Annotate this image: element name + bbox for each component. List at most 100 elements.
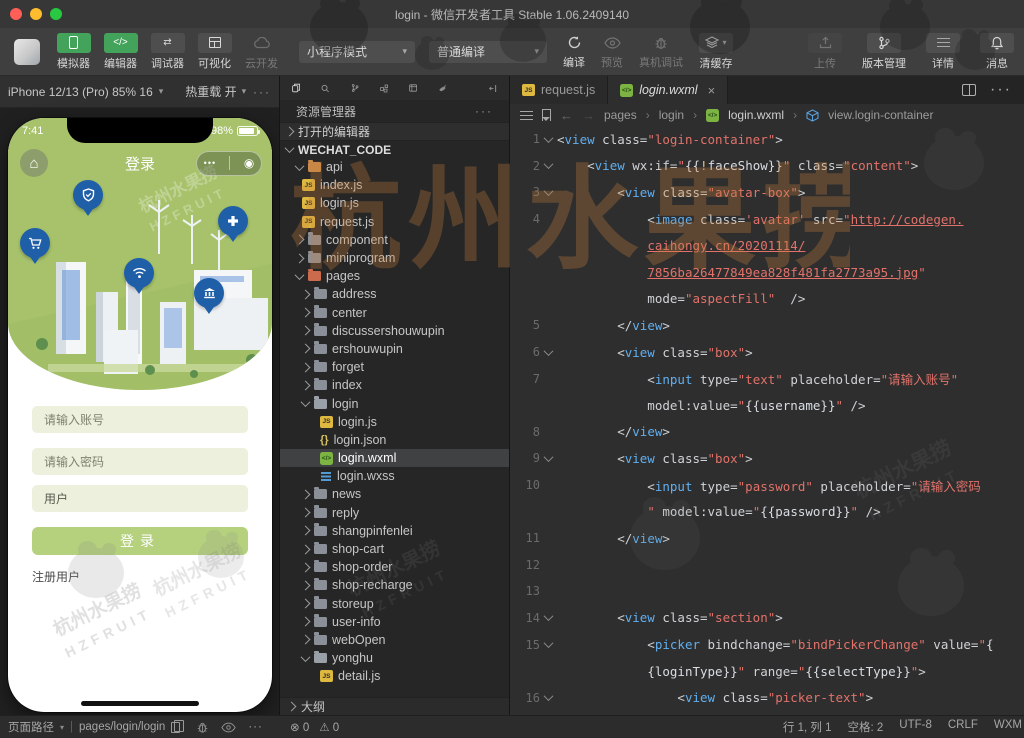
cloud-dev-button[interactable]: 云开发 <box>238 33 285 71</box>
account-input[interactable]: 请输入账号 <box>32 406 248 433</box>
minimize-window-button[interactable] <box>30 8 42 20</box>
code-line[interactable]: {loginType}}" range="{{selectType}}"> <box>510 658 1024 685</box>
home-button[interactable]: ⌂ <box>20 149 48 177</box>
encoding-setting[interactable]: UTF-8 <box>899 719 932 735</box>
project-root-section[interactable]: WECHAT_CODE <box>280 140 509 158</box>
tree-item-ershouwupin[interactable]: ershouwupin <box>280 340 509 358</box>
outline-section[interactable]: 大纲 <box>280 697 509 715</box>
debugger-toggle-button[interactable]: ⇄ 调试器 <box>144 32 191 71</box>
hot-reload-toggle[interactable]: 热重载 开 ▾ <box>185 83 246 100</box>
code-area[interactable]: 1 <view class="login-container"> 2 <view w… <box>510 126 1024 715</box>
tree-item-news[interactable]: news <box>280 485 509 503</box>
code-line[interactable]: 2 <view wx:if="{{!faceShow}}" class="con… <box>510 153 1024 180</box>
login-button[interactable]: 登录 <box>32 527 248 555</box>
device-debug-button[interactable]: 真机调试 <box>639 34 683 70</box>
tree-item-login.wxss[interactable]: login.wxss <box>280 467 509 485</box>
tree-item-login.wxml[interactable]: </> login.wxml <box>280 449 509 468</box>
tab-request-js[interactable]: JS request.js <box>510 76 609 104</box>
page-path-select[interactable]: 页面路径 <box>8 719 54 735</box>
tree-item-index[interactable]: index <box>280 376 509 394</box>
code-line[interactable]: 12 <box>510 552 1024 579</box>
files-icon[interactable] <box>292 81 301 95</box>
tree-item-webOpen[interactable]: webOpen <box>280 631 509 649</box>
cursor-position[interactable]: 行 1, 列 1 <box>783 719 832 735</box>
code-line[interactable]: 15 <picker bindchange="bindPickerChange"… <box>510 631 1024 658</box>
search-icon[interactable] <box>321 82 330 95</box>
explorer-more-button[interactable]: ··· <box>475 104 493 118</box>
breadcrumb-login[interactable]: login <box>659 108 684 122</box>
mode-select[interactable]: 小程序模式 ▾ <box>299 40 415 63</box>
fold-chevron-icon[interactable] <box>543 345 554 356</box>
capsule-menu[interactable]: ••• ◉ <box>196 150 262 176</box>
fold-chevron-icon[interactable] <box>543 611 554 622</box>
breadcrumb-node[interactable]: view.login-container <box>828 108 933 122</box>
eol-setting[interactable]: CRLF <box>948 719 978 735</box>
tree-item-shop-recharge[interactable]: shop-recharge <box>280 576 509 594</box>
code-line[interactable]: 7856ba26477849ea828f481fa2773a95.jpg" <box>510 259 1024 286</box>
tree-item-api[interactable]: api <box>280 158 509 176</box>
tree-item-forget[interactable]: forget <box>280 358 509 376</box>
nav-back-icon[interactable]: ← <box>560 108 573 123</box>
fold-chevron-icon[interactable] <box>543 186 554 197</box>
device-select[interactable]: iPhone 12/13 (Pro) 85% 16 <box>8 85 153 99</box>
git-icon[interactable] <box>351 81 359 95</box>
code-line[interactable]: 10 <input type="password" placeholder="请… <box>510 472 1024 499</box>
login-type-picker[interactable]: 用户 <box>32 485 248 512</box>
sim-status-more-button[interactable]: ··· <box>248 721 263 733</box>
code-line[interactable]: 16 <view class="picker-text"> <box>510 684 1024 711</box>
tree-item-miniprogram[interactable]: miniprogram <box>280 249 509 267</box>
panel-layout-icon[interactable] <box>409 82 418 94</box>
code-line[interactable]: " model:value="{{password}}" /> <box>510 498 1024 525</box>
code-line[interactable]: 5 </view> <box>510 312 1024 339</box>
clear-cache-button[interactable]: ▾ 清缓存 <box>699 32 733 71</box>
code-line[interactable]: 9 <view class="box"> <box>510 445 1024 472</box>
tree-item-login.js[interactable]: JS login.js <box>280 413 509 431</box>
editor-more-button[interactable]: ··· <box>990 81 1012 99</box>
tree-item-user-info[interactable]: user-info <box>280 613 509 631</box>
code-line[interactable]: 14 <view class="section"> <box>510 605 1024 632</box>
tree-item-component[interactable]: component <box>280 231 509 249</box>
tree-item-shop-order[interactable]: shop-order <box>280 558 509 576</box>
tree-item-shangpinfenlei[interactable]: shangpinfenlei <box>280 522 509 540</box>
password-input[interactable]: 请输入密码 <box>32 448 248 475</box>
code-line[interactable]: 8 </view> <box>510 419 1024 446</box>
breadcrumb-pages[interactable]: pages <box>604 108 637 122</box>
tree-item-center[interactable]: center <box>280 304 509 322</box>
tree-item-storeup[interactable]: storeup <box>280 595 509 613</box>
message-button[interactable]: 消息 <box>980 32 1014 71</box>
details-button[interactable]: 详情 <box>926 32 960 71</box>
extensions-icon[interactable] <box>380 82 388 95</box>
tree-item-discussershouwupin[interactable]: discussershouwupin <box>280 322 509 340</box>
fold-chevron-icon[interactable] <box>543 132 554 143</box>
tree-item-detail.js[interactable]: JS detail.js <box>280 667 509 685</box>
compile-button[interactable]: 编译 <box>563 34 585 70</box>
upload-button[interactable]: 上传 <box>808 32 842 71</box>
tree-item-pages[interactable]: pages <box>280 267 509 285</box>
tree-item-reply[interactable]: reply <box>280 504 509 522</box>
editor-toggle-button[interactable]: </> 编辑器 <box>97 32 144 71</box>
problems-indicator[interactable]: ⊗ 0 ⚠ 0 <box>280 720 339 734</box>
tree-item-login.json[interactable]: {} login.json <box>280 431 509 449</box>
fold-chevron-icon[interactable] <box>543 159 554 170</box>
register-link[interactable]: 注册用户 <box>32 568 80 585</box>
code-line[interactable]: 3 <view class="avatar-box"> <box>510 179 1024 206</box>
debug-bug-icon[interactable] <box>196 721 209 734</box>
compile-mode-select[interactable]: 普通编译 ▾ <box>429 40 547 63</box>
tree-item-login.js[interactable]: JS login.js <box>280 194 509 212</box>
code-line[interactable]: caihongy.cn/20201114/ <box>510 232 1024 259</box>
fold-chevron-icon[interactable] <box>543 691 554 702</box>
preview-button[interactable]: 预览 <box>601 34 623 70</box>
language-mode[interactable]: WXM <box>994 719 1022 735</box>
breadcrumb-file[interactable]: login.wxml <box>728 108 784 122</box>
tab-login-wxml[interactable]: </> login.wxml × <box>608 76 729 104</box>
maximize-window-button[interactable] <box>50 8 62 20</box>
user-avatar[interactable] <box>14 38 40 65</box>
visualization-toggle-button[interactable]: 可视化 <box>191 32 238 71</box>
version-control-button[interactable]: 版本管理 <box>862 32 906 71</box>
close-tab-icon[interactable]: × <box>708 83 716 98</box>
code-line[interactable]: 6 <view class="box"> <box>510 339 1024 366</box>
close-window-button[interactable] <box>10 8 22 20</box>
code-line[interactable]: model:value="{{username}}" /> <box>510 392 1024 419</box>
tree-item-login[interactable]: login <box>280 394 509 412</box>
code-line[interactable]: mode="aspectFill" /> <box>510 286 1024 313</box>
